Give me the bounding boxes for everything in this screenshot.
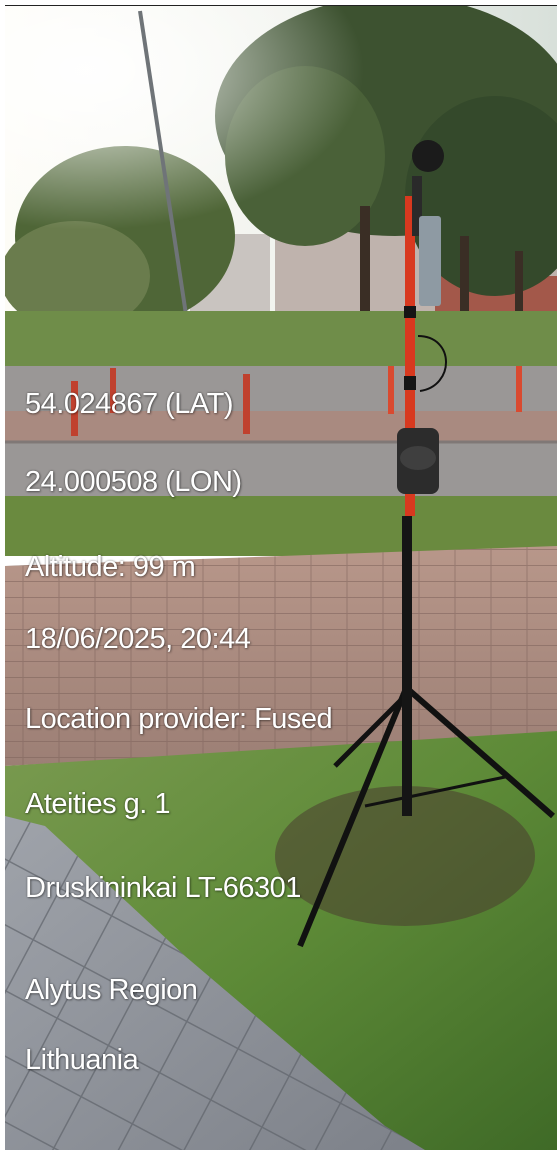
street-address-label: Ateities g. 1 (25, 788, 171, 820)
datetime-label: 18/06/2025, 20:44 (25, 623, 251, 655)
city-postcode-label: Druskininkai LT-66301 (25, 872, 301, 904)
country-label: Lithuania (25, 1044, 139, 1076)
latitude-label: 54.024867 (LAT) (25, 388, 234, 420)
longitude-label: 24.000508 (LON) (25, 466, 242, 498)
location-provider-label: Location provider: Fused (25, 703, 333, 735)
altitude-label: Altitude: 99 m (25, 551, 196, 583)
region-label: Alytus Region (25, 974, 198, 1006)
photo: 54.024867 (LAT) 24.000508 (LON) Altitude… (5, 5, 557, 1150)
